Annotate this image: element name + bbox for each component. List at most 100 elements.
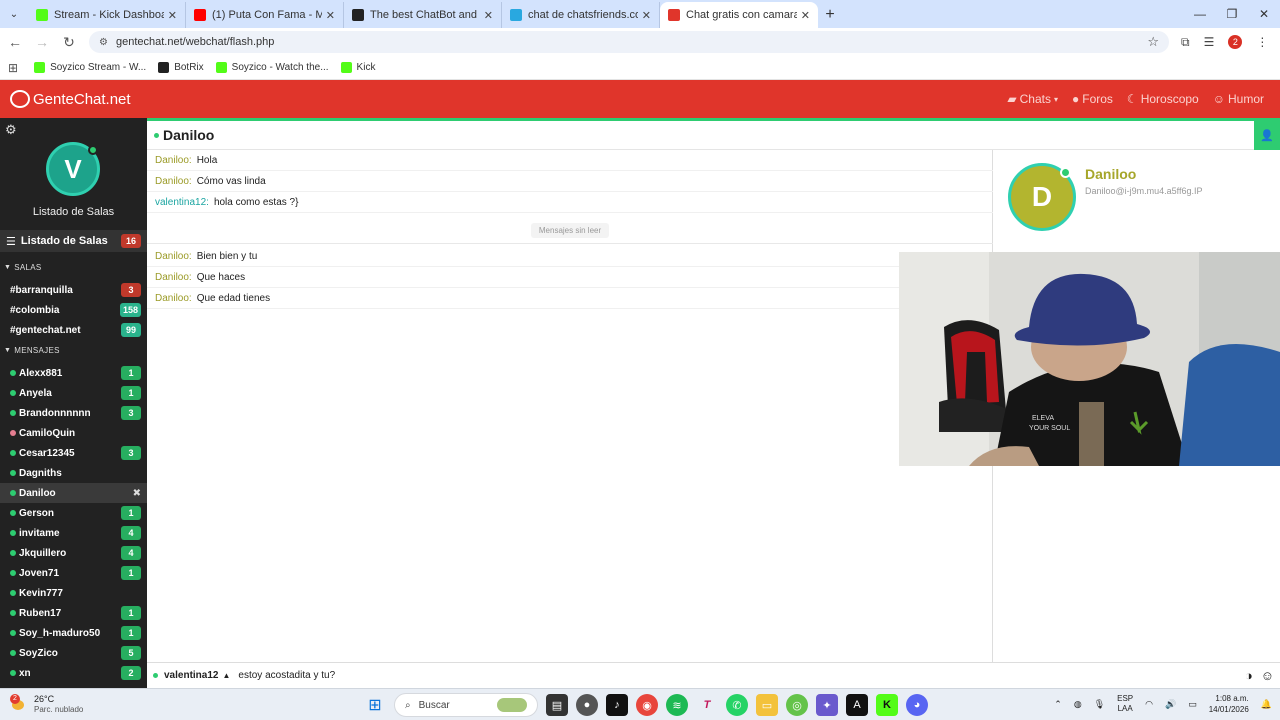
sidebar-contact-item[interactable]: Gerson 1 [0, 503, 147, 523]
sidebar-contact-item[interactable]: Anyela 1 [0, 383, 147, 403]
sidebar-contact-item[interactable]: xn 2 [0, 663, 147, 683]
menu-icon[interactable]: ⋮ [1256, 35, 1268, 49]
salas-section-header[interactable]: ▼ SALAS [0, 258, 147, 276]
tab-search-icon[interactable]: ⌄ [0, 0, 28, 28]
notifications-icon[interactable]: 🔔 [1261, 699, 1272, 710]
message-input[interactable] [238, 670, 1139, 681]
tray-overflow-icon[interactable]: ⌃ [1054, 699, 1062, 710]
reload-icon[interactable]: ↻ [57, 34, 81, 51]
apps-grid-icon[interactable]: ⊞ [8, 61, 18, 75]
sidebar-contact-item[interactable]: Soy_h-maduro50 1 [0, 623, 147, 643]
task-view-icon[interactable]: ▤ [546, 694, 568, 716]
close-conversation-icon[interactable]: ✖ [133, 488, 141, 499]
bookmark-item[interactable]: Soyzico Stream - W... [34, 62, 146, 73]
xbox-icon[interactable]: ◎ [786, 694, 808, 716]
browser-tab[interactable]: The best ChatBot and Widgets ✕ [344, 2, 502, 28]
system-clock[interactable]: 1:08 a.m. 14/01/2026 [1209, 693, 1249, 715]
gamepad-icon[interactable]: ✦ [816, 694, 838, 716]
weather-widget[interactable]: 2 26°C Parc. nublado [10, 693, 160, 715]
bookmark-star-icon[interactable]: ☆ [1147, 34, 1159, 50]
reading-list-icon[interactable]: ☰ [1204, 35, 1215, 49]
back-icon[interactable]: ← [3, 34, 27, 50]
windows-start-icon[interactable]: ⊞ [364, 694, 386, 716]
new-tab-button[interactable]: + [818, 2, 842, 28]
unread-label: Mensajes sin leer [530, 223, 610, 238]
message-author[interactable]: Daniloo: [155, 251, 192, 262]
message-author[interactable]: Daniloo: [155, 155, 192, 166]
sidebar-contact-item[interactable]: Ruben17 1 [0, 603, 147, 623]
message-author[interactable]: Daniloo: [155, 272, 192, 283]
webcam-video[interactable]: ELEVA YOUR SOUL [899, 252, 1280, 466]
sidebar-room-item[interactable]: #gentechat.net 99 [0, 320, 147, 340]
capcut-icon[interactable]: A [846, 694, 868, 716]
kick-icon[interactable]: K [876, 694, 898, 716]
close-tab-icon[interactable]: ✕ [326, 9, 335, 22]
emoji-icon[interactable]: ☺ [1261, 668, 1274, 683]
nav-chats[interactable]: ▰ Chats ▾ [1007, 92, 1058, 106]
sidebar-contact-item[interactable]: invitame 4 [0, 523, 147, 543]
tiktok-icon[interactable]: ♪ [606, 694, 628, 716]
taskbar-search[interactable]: ⌕ Buscar [394, 693, 538, 717]
user-avatar[interactable]: V [46, 142, 100, 196]
sidebar-contact-item[interactable]: Cesar12345 3 [0, 443, 147, 463]
browser-tab[interactable]: Stream - Kick Dashboard ✕ [28, 2, 186, 28]
user-profile-button[interactable]: 👤 [1254, 121, 1280, 150]
contrast-icon[interactable]: ◑ [1245, 668, 1253, 683]
sidebar-room-item[interactable]: #colombia 158 [0, 300, 147, 320]
address-bar[interactable]: ⚙ gentechat.net/webchat/flash.php ☆ [89, 31, 1169, 53]
site-info-icon[interactable]: ⚙ [99, 37, 108, 48]
sidebar-contact-item[interactable]: Joven71 1 [0, 563, 147, 583]
volume-icon[interactable]: 🔊 [1165, 699, 1176, 710]
close-tab-icon[interactable]: ✕ [168, 9, 177, 22]
app-icon[interactable]: ● [576, 694, 598, 716]
rooms-list-button[interactable]: ☰ Listado de Salas 16 [0, 230, 147, 252]
message-author[interactable]: Daniloo: [155, 293, 192, 304]
restore-icon[interactable]: ❐ [1216, 0, 1248, 28]
sidebar-contact-item[interactable]: SoyZico 5 [0, 643, 147, 663]
chrome-icon[interactable]: ◉ [636, 694, 658, 716]
microphone-icon[interactable]: 🎙 [1094, 699, 1105, 710]
bookmark-item[interactable]: Kick [340, 62, 375, 73]
minimize-icon[interactable]: — [1184, 0, 1216, 28]
sidebar-contact-item[interactable]: Daniloo ✖ [0, 483, 147, 503]
nav-humor[interactable]: ☺ Humor [1213, 92, 1264, 106]
sidebar-contact-item[interactable]: Kevin777 [0, 583, 147, 603]
message-author[interactable]: Daniloo: [155, 176, 192, 187]
battery-icon[interactable]: ▭ [1188, 699, 1197, 710]
close-tab-icon[interactable]: ✕ [801, 9, 810, 22]
extensions-icon[interactable]: ⧉ [1181, 35, 1190, 50]
sidebar-contact-item[interactable]: Jkquillero 4 [0, 543, 147, 563]
file-explorer-icon[interactable]: ▭ [756, 694, 778, 716]
bookmark-item[interactable]: Soyzico - Watch the... [215, 62, 329, 73]
nav-horoscopo[interactable]: ☾ Horoscopo [1127, 92, 1199, 106]
sidebar-contact-item[interactable]: Alexx881 1 [0, 363, 147, 383]
gear-icon[interactable]: ⚙ [5, 122, 17, 138]
sidebar-contact-item[interactable]: CamiloQuin [0, 423, 147, 443]
discord-icon[interactable]: ◕ [906, 694, 928, 716]
whatsapp-icon[interactable]: ✆ [726, 694, 748, 716]
forward-icon[interactable]: → [30, 34, 54, 50]
sidebar-room-item[interactable]: #barranquilla 3 [0, 280, 147, 300]
composer-username[interactable]: valentina12 [164, 670, 218, 681]
sidebar-contact-item[interactable]: Brandonnnnnn 3 [0, 403, 147, 423]
browser-tab[interactable]: chat de chatsfriends.com ✕ [502, 2, 660, 28]
text-app-icon[interactable]: T [696, 694, 718, 716]
nav-foros[interactable]: ● Foros [1072, 92, 1113, 106]
status-dot [10, 650, 16, 656]
close-tab-icon[interactable]: ✕ [642, 9, 651, 22]
close-tab-icon[interactable]: ✕ [484, 9, 493, 22]
caret-up-icon[interactable]: ▲ [222, 671, 230, 680]
message-author[interactable]: valentina12: [155, 197, 209, 208]
language-indicator[interactable]: ESP LAA [1117, 694, 1133, 714]
site-logo[interactable]: GenteChat.net [10, 90, 131, 108]
browser-tab[interactable]: (1) Puta Con Fama - Mosta Man ✕ [186, 2, 344, 28]
mensajes-section-header[interactable]: ▼ MENSAJES [0, 341, 147, 359]
browser-tab[interactable]: Chat gratis con camara y micro ✕ [660, 2, 818, 28]
profile-avatar[interactable]: 2 [1228, 35, 1243, 49]
close-window-icon[interactable]: ✕ [1248, 0, 1280, 28]
bookmark-item[interactable]: BotRix [158, 62, 204, 73]
sidebar-contact-item[interactable]: Dagniths [0, 463, 147, 483]
wifi-icon[interactable]: ◠ [1145, 699, 1153, 710]
network-icon[interactable]: ◍ [1074, 699, 1082, 710]
spotify-icon[interactable]: ≋ [666, 694, 688, 716]
